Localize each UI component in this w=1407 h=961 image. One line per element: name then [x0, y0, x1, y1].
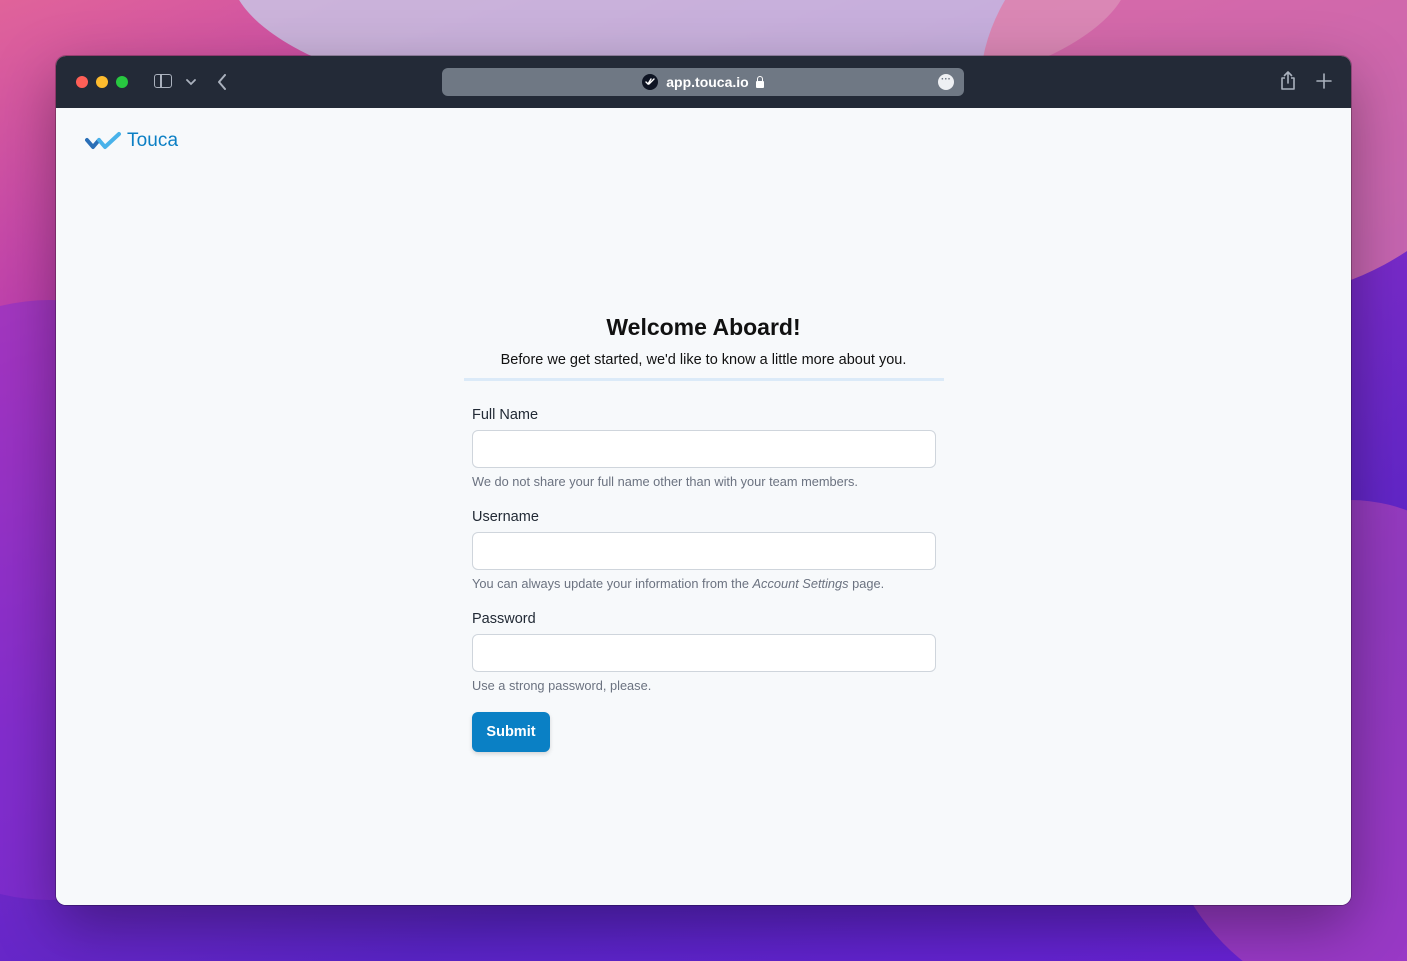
plus-icon[interactable]	[1314, 68, 1334, 94]
username-help: You can always update your information f…	[472, 576, 884, 591]
username-help-suffix: page.	[848, 576, 885, 591]
touca-logo[interactable]: Touca	[85, 130, 178, 152]
username-help-text: You can always update your information f…	[472, 576, 753, 591]
address-url: app.touca.io	[666, 74, 749, 90]
fullname-help: We do not share your full name other tha…	[472, 474, 858, 489]
close-window-button[interactable]	[76, 76, 88, 88]
site-favicon-icon	[642, 74, 659, 90]
browser-window: app.touca.io ··· Touca Welcome Aboard! B…	[56, 56, 1351, 905]
divider	[464, 378, 944, 381]
chevron-down-icon[interactable]	[184, 72, 198, 92]
touca-logo-icon	[85, 132, 121, 149]
submit-button[interactable]: Submit	[472, 712, 550, 752]
more-icon[interactable]: ···	[938, 74, 954, 90]
desktop-background: app.touca.io ··· Touca Welcome Aboard! B…	[0, 0, 1407, 961]
sidebar-icon[interactable]	[153, 72, 173, 90]
lock-icon	[755, 75, 764, 88]
fullname-label: Full Name	[472, 407, 539, 423]
back-icon[interactable]	[213, 70, 231, 94]
share-icon[interactable]	[1278, 69, 1298, 93]
minimize-window-button[interactable]	[96, 76, 108, 88]
password-help: Use a strong password, please.	[472, 678, 652, 693]
account-settings-reference: Account Settings	[752, 576, 849, 591]
fullname-input[interactable]	[472, 430, 936, 468]
password-input[interactable]	[472, 634, 936, 672]
page-subtitle: Before we get started, we'd like to know…	[500, 352, 907, 368]
username-label: Username	[472, 509, 539, 525]
browser-toolbar: app.touca.io ···	[56, 56, 1351, 108]
password-label: Password	[472, 611, 536, 627]
address-bar[interactable]: app.touca.io ···	[442, 68, 964, 96]
page-title: Welcome Aboard!	[606, 314, 801, 340]
page-content: Touca Welcome Aboard! Before we get star…	[56, 108, 1351, 905]
username-input[interactable]	[472, 532, 936, 570]
logo-text: Touca	[127, 130, 179, 151]
zoom-window-button[interactable]	[116, 76, 128, 88]
